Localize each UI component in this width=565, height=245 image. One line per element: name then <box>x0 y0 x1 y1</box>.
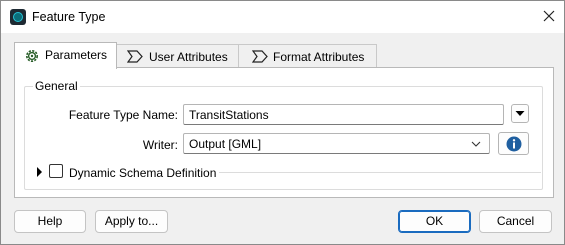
triangle-down-icon <box>515 111 525 116</box>
cancel-button[interactable]: Cancel <box>479 210 552 233</box>
tab-parameters-label: Parameters <box>45 48 108 62</box>
apply-to-button[interactable]: Apply to... <box>95 210 168 233</box>
writer-label: Writer: <box>142 138 178 152</box>
dynamic-schema-expander-icon[interactable] <box>37 167 42 177</box>
tab-user-attributes[interactable]: User Attributes <box>115 44 240 68</box>
section-divider <box>219 172 541 173</box>
app-icon <box>10 9 26 25</box>
attribute-tag-icon <box>127 50 143 63</box>
close-icon[interactable] <box>539 6 559 26</box>
dynamic-schema-label: Dynamic Schema Definition <box>69 166 217 180</box>
tab-format-attributes-label: Format Attributes <box>273 50 365 64</box>
feature-type-name-input[interactable]: TransitStations <box>183 104 504 125</box>
writer-select[interactable]: Output [GML] <box>183 133 490 154</box>
attribute-tag-icon <box>252 50 268 63</box>
help-button[interactable]: Help <box>14 210 86 233</box>
feature-type-dialog: Feature Type Parameters User Attributes … <box>0 0 565 245</box>
feature-type-name-menu-button[interactable] <box>511 104 529 123</box>
writer-info-button[interactable] <box>498 132 529 155</box>
gear-icon <box>26 50 38 62</box>
info-icon <box>506 136 522 152</box>
chevron-down-icon <box>471 141 481 147</box>
general-group-label: General <box>33 79 80 93</box>
ok-button[interactable]: OK <box>398 210 471 233</box>
dynamic-schema-checkbox[interactable] <box>49 164 63 178</box>
tab-format-attributes[interactable]: Format Attributes <box>238 44 377 68</box>
tab-user-attributes-label: User Attributes <box>149 50 228 64</box>
tab-parameters[interactable]: Parameters <box>14 42 117 69</box>
window-title: Feature Type <box>32 10 106 24</box>
feature-type-name-label: Feature Type Name: <box>68 108 178 122</box>
title-bar: Feature Type <box>1 1 564 33</box>
writer-select-value: Output [GML] <box>189 137 262 151</box>
